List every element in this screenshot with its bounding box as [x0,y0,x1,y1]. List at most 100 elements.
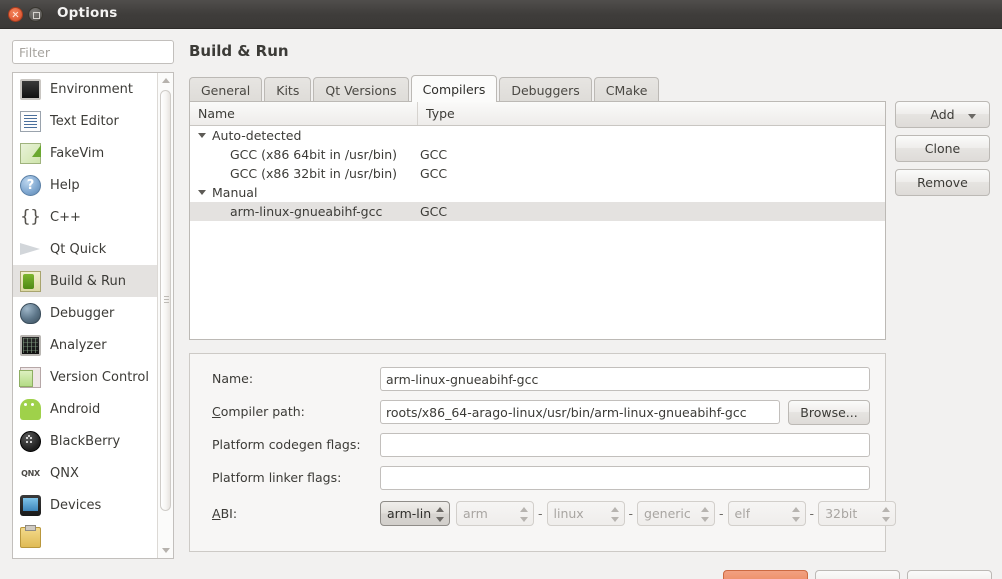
spin-arrows-icon[interactable] [882,506,891,523]
sidebar-item-cpp[interactable]: {} C++ [13,201,158,233]
close-icon[interactable] [8,7,23,22]
abi-separator: - [538,506,543,521]
devices-icon [20,494,41,516]
sidebar-item-label: Environment [50,81,134,97]
add-button[interactable]: Add [895,101,990,128]
sidebar-item-devices[interactable]: Devices [13,489,158,521]
sidebar-item-blackberry[interactable]: BlackBerry [13,425,158,457]
category-list: Environment Text Editor FakeVim ? Help {… [13,73,158,553]
sidebar-item-text-editor[interactable]: Text Editor [13,105,158,137]
sidebar-item-environment[interactable]: Environment [13,73,158,105]
sidebar-item-label: QNX [50,465,79,481]
abi-combo-architecture[interactable]: arm [456,501,534,526]
code-pasting-icon [20,524,41,548]
abi-combo-binary-format[interactable]: elf [727,501,806,526]
compiler-path-input[interactable] [380,400,780,424]
name-label: Name: [212,371,254,386]
table-row[interactable]: arm-linux-gnueabihf-gcc GCC [190,202,885,221]
analyzer-icon [20,334,41,356]
sidebar-item-version-control[interactable]: Version Control [13,361,158,393]
spin-arrows-icon[interactable] [610,506,620,523]
name-input[interactable] [380,367,870,391]
dialog-body: Environment Text Editor FakeVim ? Help {… [0,29,1002,579]
apply-button[interactable]: Apply [723,570,808,579]
tab-qt-versions[interactable]: Qt Versions [313,77,409,102]
sidebar-item-help[interactable]: ? Help [13,169,158,201]
spin-arrows-icon[interactable] [436,506,445,523]
tab-kits[interactable]: Kits [264,77,312,102]
column-header-name[interactable]: Name [190,102,418,125]
row-name: GCC (x86 32bit in /usr/bin) [230,166,398,181]
table-row[interactable]: Auto-detected [190,126,885,145]
tab-cmake[interactable]: CMake [593,77,660,102]
spin-arrows-icon[interactable] [791,506,801,523]
platform-linker-flags-input[interactable] [380,466,870,490]
environment-icon [20,78,41,100]
sidebar-item-debugger[interactable]: Debugger [13,297,158,329]
scrollbar-grip [164,296,169,297]
sidebar-item-label: BlackBerry [50,433,121,449]
window-title: Options [57,5,118,21]
sidebar-item-fakevim[interactable]: FakeVim [13,137,158,169]
maximize-icon[interactable] [28,7,43,22]
filter-input[interactable] [12,40,174,64]
abi-combo-os[interactable]: linux [546,501,625,526]
scroll-up-icon[interactable] [158,73,173,88]
abi-combo-group: arm-lin arm - linux - generic - elf - 32… [380,501,897,526]
build-run-icon [20,270,41,292]
table-row[interactable]: Manual [190,183,885,202]
table-row[interactable]: GCC (x86 64bit in /usr/bin) GCC [190,145,885,164]
add-button-label: Add [930,107,955,122]
row-name: arm-linux-gnueabihf-gcc [230,204,383,219]
tab-compilers[interactable]: Compilers [410,75,498,102]
sidebar-item-build-run[interactable]: Build & Run [13,265,158,297]
browse-button[interactable]: Browse... [788,400,870,425]
abi-label: ABI: [212,506,238,521]
sidebar-item-qt-quick[interactable]: Qt Quick [13,233,158,265]
debugger-icon [20,302,41,324]
sidebar-scrollbar[interactable] [157,73,173,558]
chevron-down-icon [968,114,976,119]
abi-separator: - [719,506,724,521]
abi-combo-os-flavor[interactable]: generic [637,501,716,526]
side-button-group: Add Clone Remove [895,101,990,203]
sidebar-item-qnx[interactable]: QNX QNX [13,457,158,489]
tab-debuggers[interactable]: Debuggers [499,77,592,102]
blackberry-icon [20,430,41,452]
sidebar-item-label: FakeVim [50,145,105,161]
scroll-down-icon[interactable] [158,543,173,558]
remove-button[interactable]: Remove [895,169,990,196]
sidebar-item-android[interactable]: Android [13,393,158,425]
category-panel: Environment Text Editor FakeVim ? Help {… [12,72,174,559]
table-row[interactable]: GCC (x86 32bit in /usr/bin) GCC [190,164,885,183]
spin-arrows-icon[interactable] [520,506,529,523]
scrollbar-thumb[interactable] [160,90,171,511]
sidebar-item-label: Analyzer [50,337,107,353]
ok-button[interactable]: OK [907,570,992,579]
abi-separator: - [809,506,815,521]
sidebar-item-partial[interactable] [13,521,158,553]
row-name: Auto-detected [212,128,302,143]
clone-button[interactable]: Clone [895,135,990,162]
platform-codegen-flags-input[interactable] [380,433,870,457]
page-title: Build & Run [189,42,289,60]
abi-combo-full[interactable]: arm-lin [380,501,450,526]
spin-arrows-icon[interactable] [701,506,710,523]
sidebar-item-analyzer[interactable]: Analyzer [13,329,158,361]
row-type: GCC [420,147,448,162]
qt-quick-icon [20,239,41,260]
android-icon [20,398,41,420]
cancel-button[interactable]: Cancel [815,570,900,579]
abi-combo-word-width[interactable]: 32bit [818,501,897,526]
column-header-type[interactable]: Type [418,102,885,125]
version-control-icon [19,366,41,388]
help-icon: ? [20,174,41,196]
expand-triangle-icon[interactable] [198,133,206,138]
row-name: Manual [212,185,258,200]
expand-triangle-icon[interactable] [198,190,206,195]
tab-strip: General Kits Qt Versions Compilers Debug… [189,75,661,102]
sidebar-item-label: Debugger [50,305,115,321]
tab-general[interactable]: General [189,77,263,102]
platform-codegen-flags-label: Platform codegen flags: [212,437,361,452]
table-body: Auto-detected GCC (x86 64bit in /usr/bin… [190,126,885,221]
